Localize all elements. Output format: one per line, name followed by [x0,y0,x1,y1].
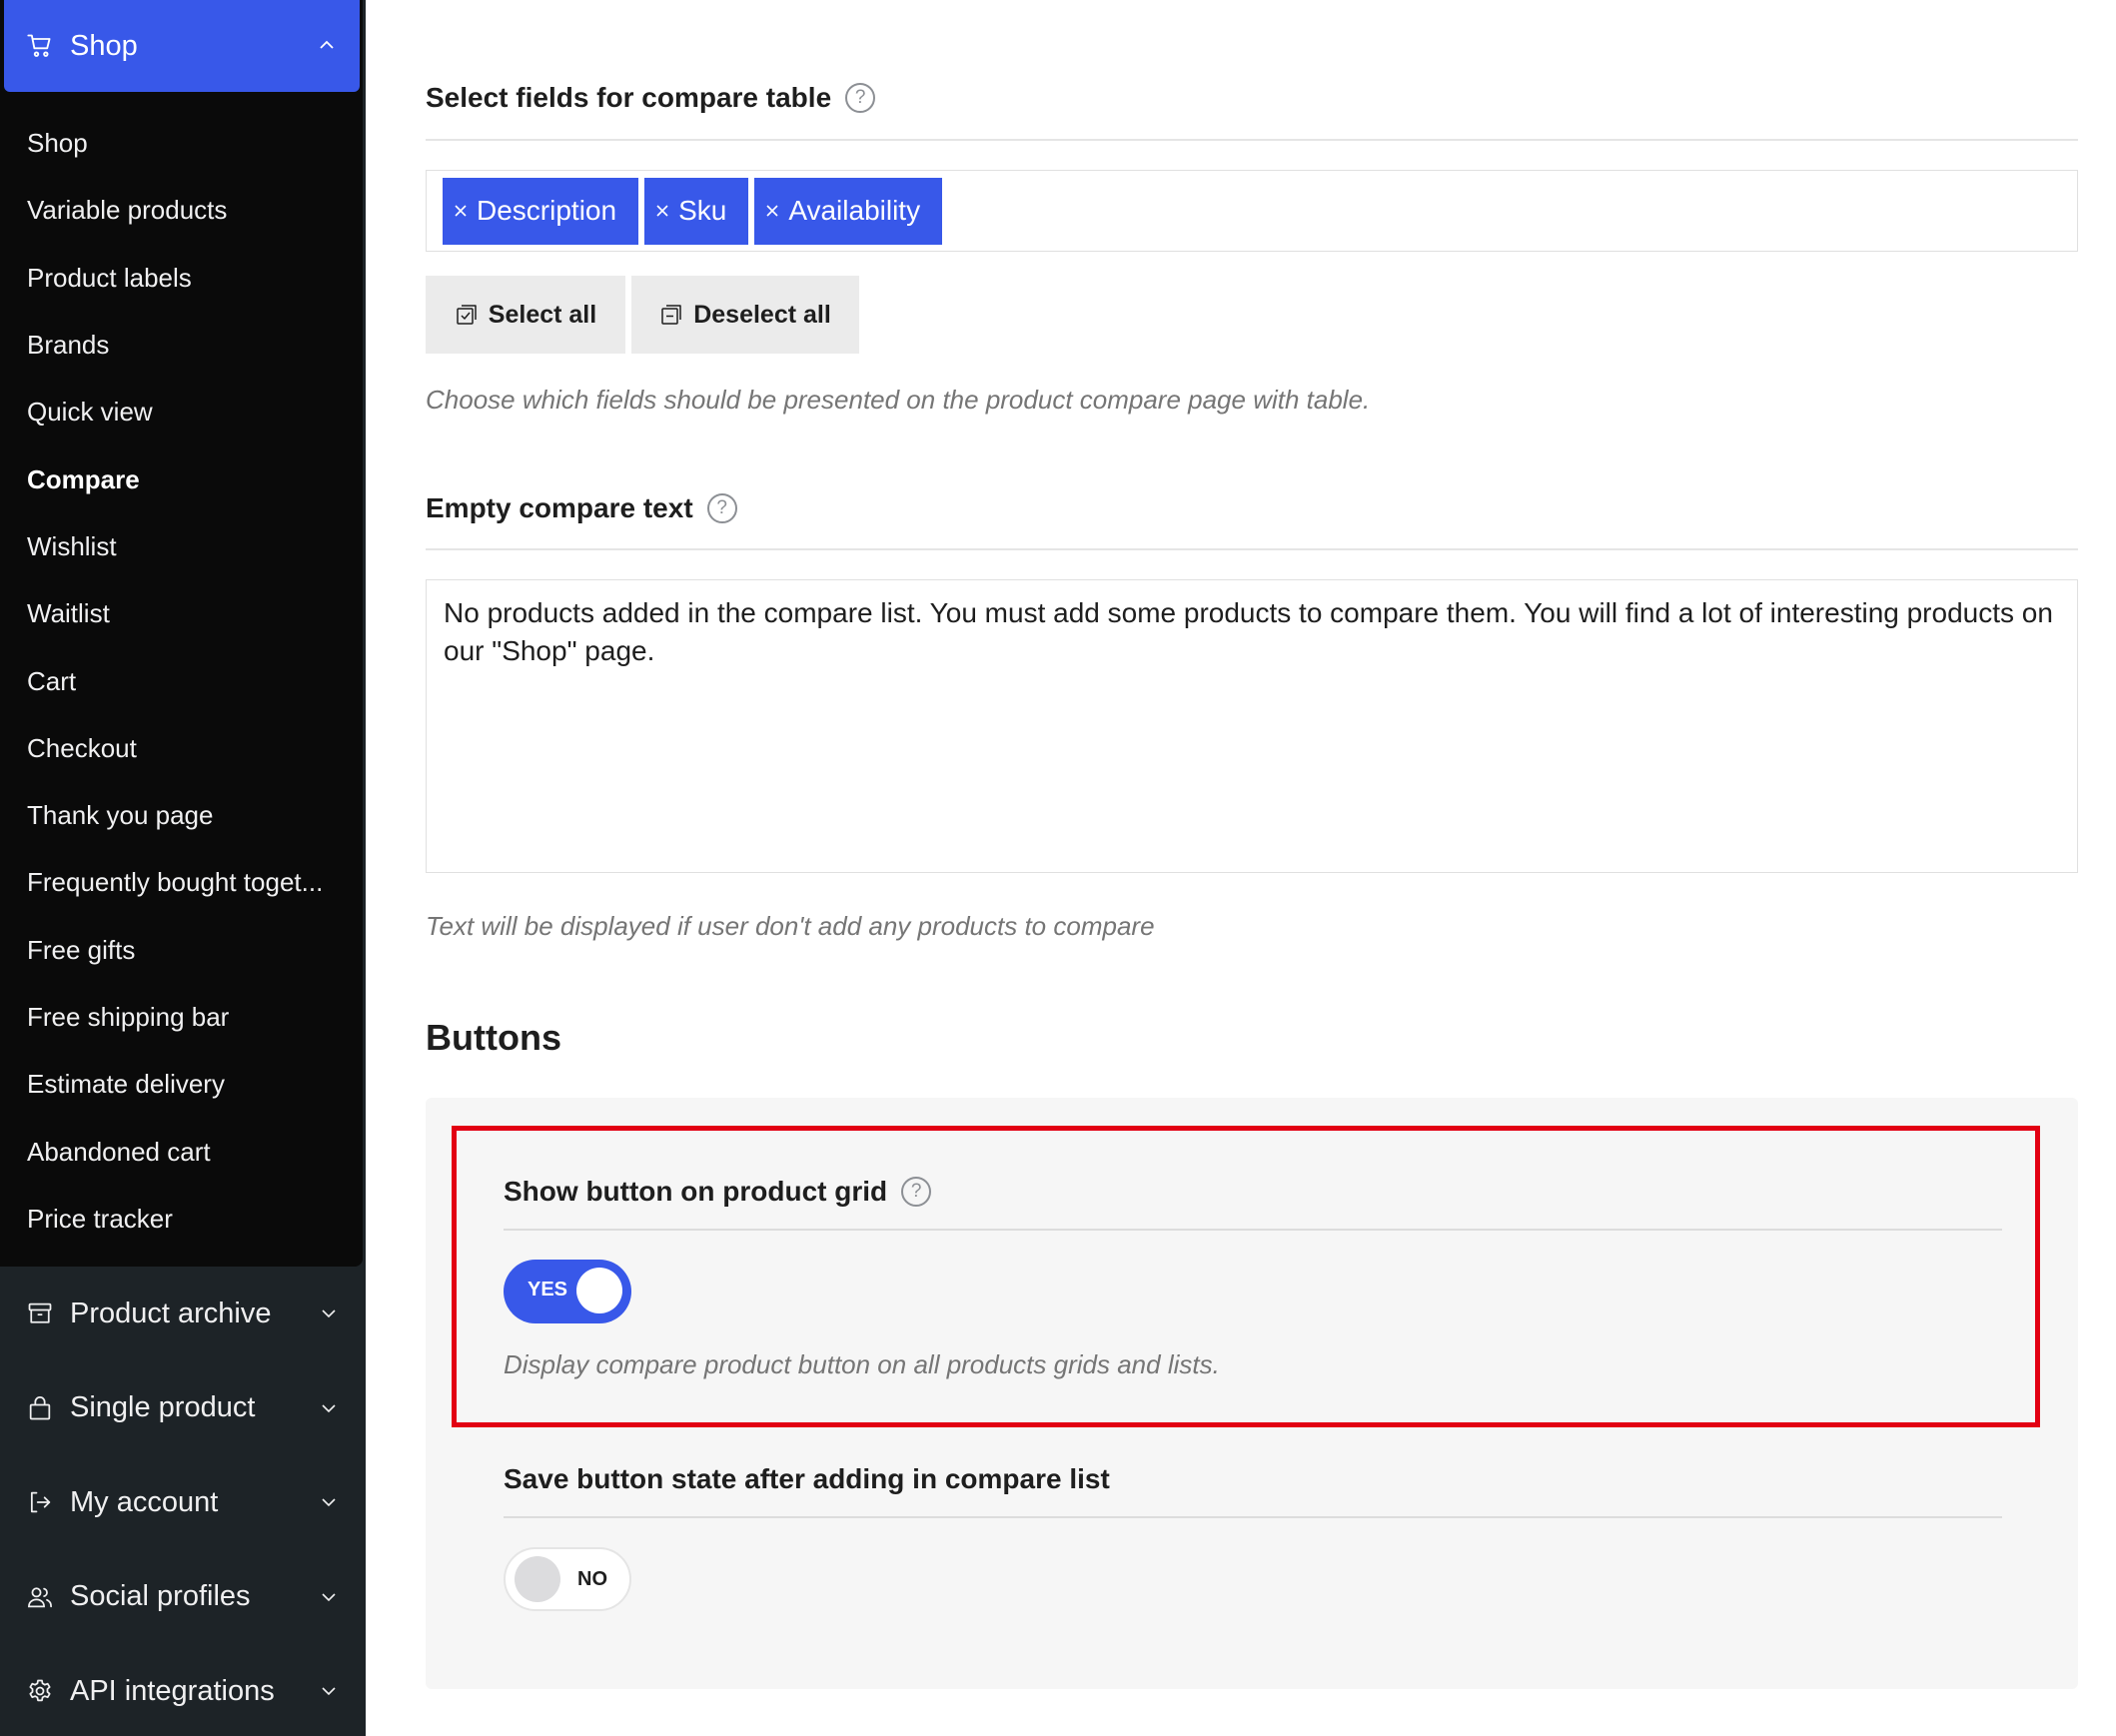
bag-icon [26,1394,54,1422]
help-icon[interactable]: ? [901,1177,932,1207]
compare-fields-title: Select fields for compare table [426,82,832,113]
submenu-item-brands[interactable]: Brands [0,312,363,379]
compare-fields-multiselect[interactable]: Description Sku Availability [426,170,2078,252]
sidebar-item-label: My account [70,1485,219,1518]
submenu-item-waitlist[interactable]: Waitlist [0,580,363,647]
submenu-item-free-shipping-bar[interactable]: Free shipping bar [0,984,363,1051]
sidebar-item-shop[interactable]: Shop [4,0,360,92]
sidebar-item-social-profiles[interactable]: Social profiles [0,1550,366,1645]
sidebar-item-my-account[interactable]: My account [0,1455,366,1550]
show-on-grid-description: Display compare product button on all pr… [504,1349,1220,1379]
chevron-down-icon [320,1304,338,1322]
sidebar-item-label: Social profiles [70,1580,251,1613]
settings-content: Select fields for compare table ? Descri… [366,0,2116,1736]
gear-icon [26,1677,54,1705]
sidebar-item-api-integrations[interactable]: API integrations [0,1644,366,1736]
help-icon[interactable]: ? [706,493,737,523]
divider [426,139,2078,141]
sidebar-item-label: API integrations [70,1674,275,1707]
submenu-item-variable-products[interactable]: Variable products [0,177,363,244]
checkbox-checked-icon [455,303,479,327]
buttons-settings-panel: Show button on product grid ? YES Displa… [426,1098,2078,1689]
save-state-toggle[interactable]: NO [504,1547,631,1611]
toggle-label: NO [577,1568,607,1590]
submenu-item-free-gifts[interactable]: Free gifts [0,917,363,984]
toggle-knob [515,1556,560,1602]
submenu-item-quick-view[interactable]: Quick view [0,379,363,445]
submenu-item-shop[interactable]: Shop [0,110,363,177]
empty-text-heading: Empty compare text ? [426,492,737,524]
submenu-item-frequently-bought-together[interactable]: Frequently bought toget... [0,849,363,916]
login-icon [26,1488,54,1516]
sidebar-main-menu: Product archive Single product My accoun… [0,1267,366,1736]
submenu-item-compare[interactable]: Compare [0,445,363,512]
sidebar-item-single-product[interactable]: Single product [0,1361,366,1456]
save-state-heading: Save button state after adding in compar… [504,1463,1110,1495]
cart-icon [26,32,54,60]
chevron-down-icon [320,1682,338,1700]
chevron-down-icon [320,1399,338,1417]
compare-fields-description: Choose which fields should be presented … [426,385,1371,415]
selected-tag-availability: Availability [754,177,943,245]
select-all-button[interactable]: Select all [426,276,625,354]
save-state-title: Save button state after adding in compar… [504,1463,1110,1494]
divider [426,548,2078,550]
help-icon[interactable]: ? [845,83,876,113]
submenu-item-cart[interactable]: Cart [0,647,363,714]
divider [504,1516,2002,1518]
sidebar-item-label: Product archive [70,1297,272,1329]
submenu-item-thank-you-page[interactable]: Thank you page [0,782,363,849]
close-icon[interactable] [764,203,780,219]
sidebar-item-label: Single product [70,1391,256,1424]
show-on-grid-title: Show button on product grid [504,1176,888,1207]
sidebar-item-product-archive[interactable]: Product archive [0,1267,366,1361]
deselect-all-label: Deselect all [693,300,831,329]
empty-text-description: Text will be displayed if user don't add… [426,911,1155,941]
submenu-item-price-tracker[interactable]: Price tracker [0,1186,363,1253]
show-on-grid-heading: Show button on product grid ? [504,1176,932,1208]
select-all-label: Select all [488,300,597,329]
toggle-knob [576,1268,622,1313]
close-icon[interactable] [453,203,469,219]
buttons-section-title: Buttons [426,1017,561,1058]
divider [504,1229,2002,1231]
deselect-all-button[interactable]: Deselect all [631,276,859,354]
toggle-label: YES [528,1279,568,1301]
checkbox-minus-icon [659,303,683,327]
tag-label: Sku [678,195,727,226]
submenu-item-checkout[interactable]: Checkout [0,715,363,782]
shop-submenu-list: Shop Variable products Product labels Br… [0,110,363,1253]
submenu-item-wishlist[interactable]: Wishlist [0,513,363,580]
submenu-item-abandoned-cart[interactable]: Abandoned cart [0,1118,363,1185]
submenu-item-estimate-delivery[interactable]: Estimate delivery [0,1051,363,1118]
chevron-down-icon [320,1588,338,1606]
users-icon [26,1583,54,1611]
close-icon[interactable] [654,203,670,219]
submenu-item-product-labels[interactable]: Product labels [0,245,363,312]
compare-fields-heading: Select fields for compare table ? [426,82,876,114]
selected-tag-description: Description [443,177,639,245]
selected-tag-sku: Sku [644,177,749,245]
chevron-up-icon [318,36,336,54]
shop-submenu: Shop Shop Variable products Product labe… [0,0,363,1267]
empty-compare-textarea[interactable]: No products added in the compare list. Y… [426,579,2078,873]
chevron-down-icon [320,1493,338,1511]
admin-sidebar: Shop Shop Variable products Product labe… [0,0,366,1736]
show-on-grid-toggle[interactable]: YES [504,1260,631,1323]
highlight-box [452,1126,2040,1427]
empty-text-title: Empty compare text [426,492,693,523]
sidebar-shop-label: Shop [70,29,138,62]
tag-label: Description [477,195,617,226]
archive-icon [26,1300,54,1327]
tag-label: Availability [788,195,921,226]
